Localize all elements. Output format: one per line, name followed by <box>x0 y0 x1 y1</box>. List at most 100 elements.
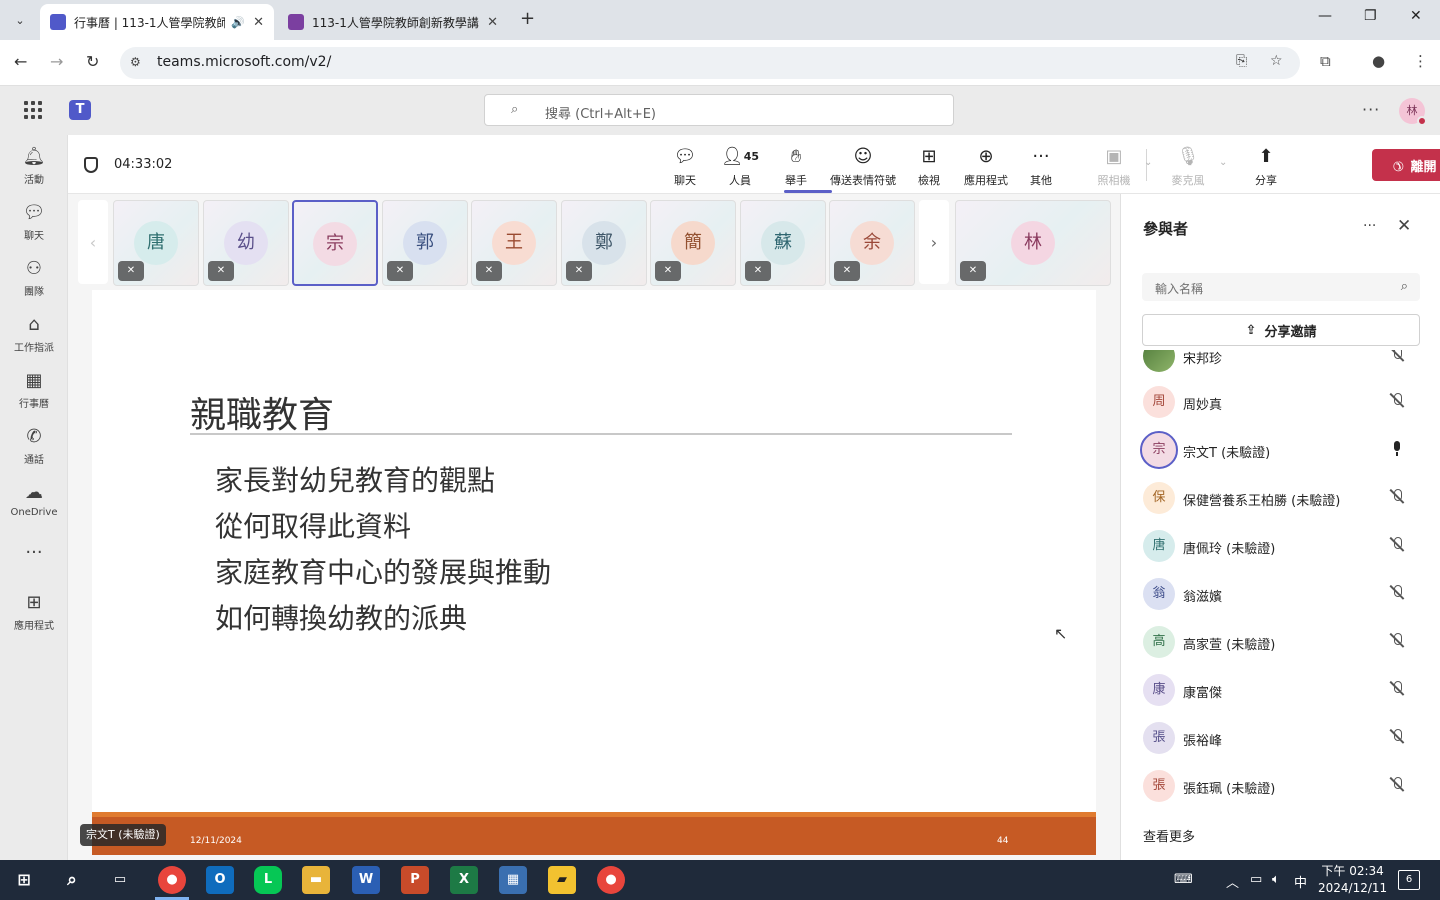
close-tab-icon[interactable]: ✕ <box>487 15 498 30</box>
teams-search-input[interactable]: ⌕ 搜尋 (Ctrl+Alt+E) <box>484 94 954 126</box>
strip-prev-icon[interactable]: ‹ <box>78 200 108 284</box>
rail-item-calls[interactable]: ✆ 通話 <box>0 425 68 466</box>
list-item[interactable]: 宋邦珍 <box>1121 350 1440 380</box>
touch-keyboard-icon[interactable]: ⌨ <box>1174 872 1193 887</box>
profile-icon[interactable]: ● <box>1372 52 1385 70</box>
more-button[interactable]: ··· 其他 <box>1026 145 1056 188</box>
task-view-icon[interactable]: ▭ <box>106 866 134 894</box>
mic-button[interactable]: 🎙︎ 麥克風 <box>1166 145 1210 188</box>
tray-chevron-icon[interactable]: ︿ <box>1226 872 1239 891</box>
mic-options-chevron-icon[interactable]: ⌄ <box>1219 157 1227 168</box>
file-explorer-icon[interactable]: ▬ <box>302 866 330 894</box>
list-item[interactable]: 張 張鈺珮 (未驗證) <box>1121 762 1440 810</box>
extensions-icon[interactable]: ⧉ <box>1320 52 1331 70</box>
list-item[interactable]: 康 康富傑 <box>1121 666 1440 714</box>
network-icon[interactable]: ▭ <box>1250 872 1262 887</box>
tab-search-chevron-icon[interactable]: ⌄ <box>8 8 32 32</box>
rail-item-apps[interactable]: ⊞ 應用程式 <box>0 591 68 632</box>
share-button[interactable]: ⬆ 分享 <box>1252 145 1280 188</box>
participant-tile[interactable]: 余 ✕ <box>829 200 915 286</box>
search-icon[interactable]: ⌕ <box>58 866 86 894</box>
participant-tile-speaking[interactable]: 宗 <box>292 200 378 286</box>
apps-button[interactable]: ⊕ 應用程式 <box>960 145 1012 188</box>
participant-tile[interactable]: 鄭 ✕ <box>561 200 647 286</box>
camera-options-chevron-icon[interactable]: ⌄ <box>1144 157 1152 168</box>
system-clock[interactable]: 下午 02:34 2024/12/11 <box>1318 863 1387 897</box>
rail-item-assignments[interactable]: ⌂ 工作指派 <box>0 313 68 354</box>
rail-item-more[interactable]: ··· <box>0 541 68 565</box>
backpack-icon: ⌂ <box>28 314 40 335</box>
panel-more-icon[interactable]: ··· <box>1363 218 1376 234</box>
rail-item-chat[interactable]: 💬︎ 聊天 <box>0 201 68 242</box>
site-info-icon[interactable]: ⚙ <box>130 55 141 69</box>
participant-tile[interactable]: 蘇 ✕ <box>740 200 826 286</box>
chrome-icon[interactable]: ● <box>597 866 625 894</box>
ime-indicator[interactable]: 中 <box>1294 872 1307 891</box>
presenter-name-badge: 宗文T (未驗證) <box>80 824 166 846</box>
teams-header: T ⌕ 搜尋 (Ctrl+Alt+E) ··· 林 <box>0 86 1440 135</box>
rail-item-activity[interactable]: 🔔︎ 活動 <box>0 145 68 186</box>
sticky-notes-icon[interactable]: ▰ <box>548 866 576 894</box>
participant-tile[interactable]: 簡 ✕ <box>650 200 736 286</box>
notification-center-icon[interactable]: 6 <box>1398 870 1420 890</box>
rail-item-calendar[interactable]: ▦ 行事曆 <box>0 369 68 410</box>
bookmark-star-icon[interactable]: ☆ <box>1270 53 1283 69</box>
list-item[interactable]: 唐 唐佩玲 (未驗證) <box>1121 522 1440 570</box>
volume-icon[interactable]: 🔈︎ <box>1272 872 1280 887</box>
see-more-link[interactable]: 查看更多 <box>1143 826 1195 845</box>
outlook-icon[interactable]: O <box>206 866 234 894</box>
back-icon[interactable]: ← <box>14 52 27 71</box>
speaker-icon[interactable]: 🔊 <box>231 16 245 29</box>
url-text[interactable]: teams.microsoft.com/v2/ <box>157 54 331 70</box>
list-item[interactable]: 翁 翁滋嬪 <box>1121 570 1440 618</box>
browser-tab-forms[interactable]: 113-1人管學院教師創新教學講 ✕ <box>278 4 508 40</box>
participant-tile[interactable]: 郭 ✕ <box>382 200 468 286</box>
strip-next-icon[interactable]: › <box>919 200 949 284</box>
camera-button[interactable]: ▣ 照相機 <box>1094 145 1134 188</box>
avatar[interactable]: 林 <box>1399 98 1427 126</box>
view-button[interactable]: ⊞ 檢視 <box>914 145 944 188</box>
line-icon[interactable]: L <box>254 866 282 894</box>
install-app-icon[interactable]: ⎘ <box>1236 53 1247 69</box>
raise-hand-button[interactable]: ✋︎ 舉手 <box>781 145 811 188</box>
close-icon[interactable]: ✕ <box>1397 216 1411 236</box>
rail-item-teams[interactable]: ⚇ 團隊 <box>0 257 68 298</box>
react-button[interactable]: ☺ 傳送表情符號 <box>826 145 900 188</box>
chat-button[interactable]: 💬︎ 聊天 <box>670 145 700 188</box>
forward-icon[interactable]: → <box>50 52 63 71</box>
participant-tile-pinned[interactable]: 林 ✕ <box>955 200 1111 286</box>
app-launcher-icon[interactable] <box>24 101 42 119</box>
minimize-icon[interactable]: — <box>1318 8 1332 24</box>
restore-icon[interactable]: ❐ <box>1364 8 1377 24</box>
close-window-icon[interactable]: ✕ <box>1410 8 1422 24</box>
participant-search-input[interactable]: 輸入名稱 ⌕ <box>1142 273 1420 301</box>
list-item[interactable]: 張 張裕峰 <box>1121 714 1440 762</box>
avatar: 唐 <box>1143 530 1175 562</box>
leave-button[interactable]: ✆ 離開 ⌄ <box>1372 149 1440 181</box>
share-invite-button[interactable]: ⇪ 分享邀請 <box>1142 314 1420 346</box>
settings-more-icon[interactable]: ··· <box>1362 100 1380 119</box>
omnibox[interactable]: ⚙ teams.microsoft.com/v2/ ⎘ ☆ <box>120 47 1300 79</box>
excel-icon[interactable]: X <box>450 866 478 894</box>
participant-tile[interactable]: 幼 ✕ <box>203 200 289 286</box>
people-button[interactable]: 👤︎45 人員 <box>718 145 762 188</box>
new-tab-icon[interactable]: + <box>520 8 535 29</box>
browser-tab-calendar[interactable]: 行事曆 | 113-1人管學院教師 🔊 ✕ <box>40 4 274 40</box>
chrome-icon[interactable]: ● <box>158 866 186 894</box>
participant-tile[interactable]: 王 ✕ <box>471 200 557 286</box>
rail-label: 活動 <box>24 175 44 186</box>
powerpoint-icon[interactable]: P <box>401 866 429 894</box>
list-item[interactable]: 周 周妙真 <box>1121 378 1440 426</box>
rail-item-onedrive[interactable]: ☁ OneDrive <box>0 481 68 518</box>
list-item[interactable]: 高 高家萱 (未驗證) <box>1121 618 1440 666</box>
browser-menu-icon[interactable]: ⋮ <box>1413 52 1428 70</box>
start-windows-icon[interactable]: ⊞ <box>10 866 38 894</box>
reload-icon[interactable]: ↻ <box>86 52 99 71</box>
calculator-icon[interactable]: ▦ <box>499 866 527 894</box>
list-item[interactable]: 保 保健營養系王柏勝 (未驗證) <box>1121 474 1440 522</box>
word-icon[interactable]: W <box>352 866 380 894</box>
participant-tile[interactable]: 唐 ✕ <box>113 200 199 286</box>
close-tab-icon[interactable]: ✕ <box>253 15 264 30</box>
leave-main[interactable]: ✆ 離開 <box>1372 149 1440 181</box>
list-item[interactable]: 宗 宗文T (未驗證) <box>1121 426 1440 474</box>
